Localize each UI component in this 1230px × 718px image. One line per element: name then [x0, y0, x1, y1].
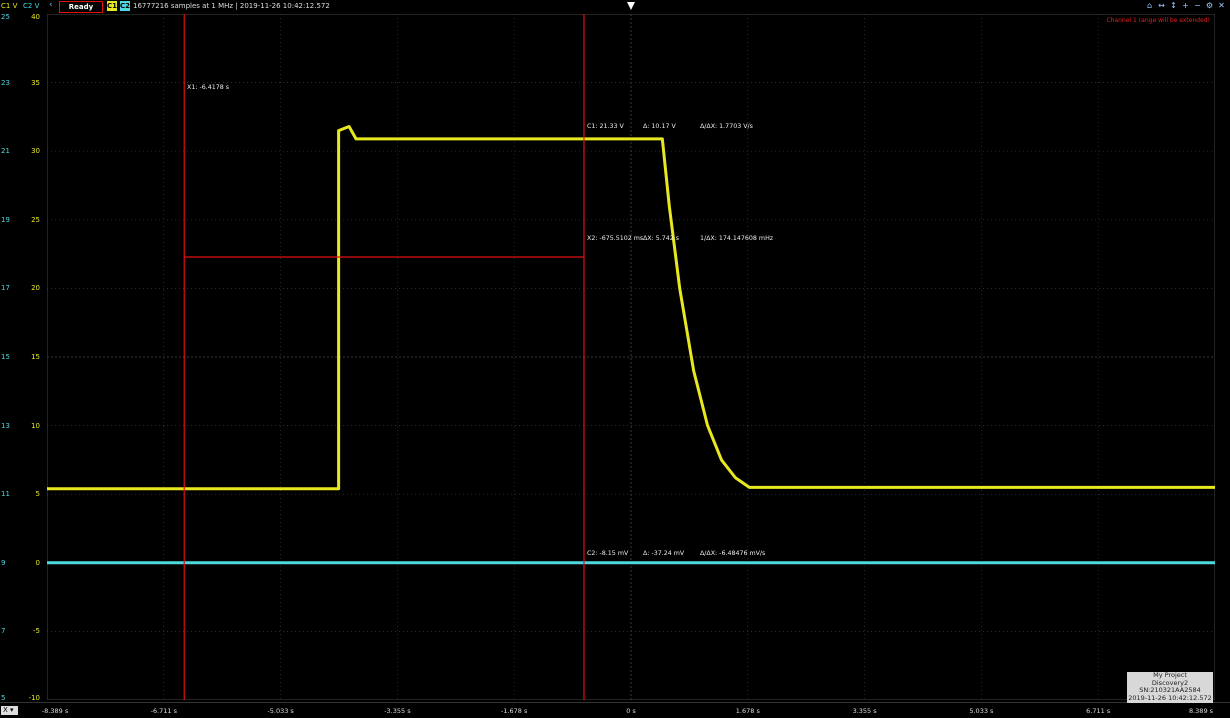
c2-scale-tick: 21 [1, 147, 10, 156]
c2-scale-tick: 7 [1, 627, 6, 636]
zoom-in-icon[interactable]: + [1181, 1, 1190, 10]
c1-channel-button[interactable]: C1 [107, 1, 117, 11]
c2-scale-tick: 23 [1, 78, 10, 87]
x-axis-tick-label: -6.711 s [150, 707, 177, 715]
x-axis-tick-label: -5.033 s [267, 707, 294, 715]
c1-cursor-delta: Δ: 10.17 V [643, 123, 676, 130]
c1-scale-tick: -5 [33, 627, 40, 636]
c2-scale-header: C2 V [23, 2, 40, 10]
c1-scale-tick: 35 [31, 78, 40, 87]
waveform-canvas[interactable] [47, 14, 1215, 700]
capture-timestamp: 2019-11-26 10:42:12.572 [1128, 694, 1212, 703]
x-axis-tick-label: 5.033 s [969, 707, 994, 715]
c1-scale-tick: 25 [31, 215, 40, 224]
device-info-box: My Project Discovery2 SN:210321AA2584 20… [1127, 671, 1213, 703]
c2-scale-tick: 9 [1, 558, 6, 567]
c2-scale-tick: 11 [1, 490, 10, 499]
x-axis-tick-label: 6.711 s [1086, 707, 1111, 715]
c1-scale-tick: 40 [31, 13, 40, 21]
x-axis-tick-label: -1.678 s [500, 707, 528, 715]
trigger-position-marker[interactable] [627, 2, 635, 10]
x-axis-tick-label: 0 s [626, 707, 636, 715]
x-axis-tick-label: 1.678 s [735, 707, 760, 715]
x-axis-tick-label: -8.389 s [41, 707, 69, 715]
c2-scale-tick: 5 [1, 694, 6, 702]
c2-channel-button[interactable]: C2 [120, 1, 130, 11]
c1-cursor-rate: Δ/ΔX: 1.7703 V/s [700, 123, 753, 130]
c1-scale-tick: -10 [28, 694, 40, 702]
close-icon[interactable]: ✕ [1217, 1, 1226, 10]
view-toolbar: ⌂ ↔ ↕ + − ⚙ ✕ [1145, 1, 1226, 12]
c1-cursor-value: C1: 21.33 V [587, 123, 624, 130]
c1-scale-tick: 20 [31, 284, 40, 293]
x-axis-tick-label: 8.389 s [1188, 707, 1214, 715]
c2-cursor-rate: Δ/ΔX: -6.48476 mV/s [700, 550, 766, 557]
status-badge[interactable]: Ready [59, 1, 103, 13]
c2-cursor-delta: Δ: -37.24 mV [643, 550, 685, 557]
x-axis: X ▾ -8.389 s -6.711 s -5.033 s -3.355 s -1.6… [0, 702, 1230, 718]
c1-scale-tick: 30 [31, 147, 40, 156]
zoom-y-icon[interactable]: ↕ [1169, 1, 1178, 10]
acquisition-info: 16777216 samples at 1 MHz | 2019-11-26 1… [133, 2, 330, 10]
c2-scale-tick: 13 [1, 421, 10, 430]
chevron-left-icon[interactable]: ‹ [49, 0, 53, 10]
top-bar: C1 V C2 V ‹ Ready C1 C2 16777216 samples… [0, 0, 1230, 13]
c1-scale-header: C1 V [1, 2, 18, 10]
c1-scale-tick: 15 [31, 353, 40, 361]
x-axis-menu-button[interactable]: X ▾ [1, 706, 18, 715]
x1-cursor-label: X1: -6.4178 s [187, 84, 230, 91]
dx-label: ΔX: 5.742 s [643, 235, 680, 242]
x-axis-tick-label: -3.355 s [384, 707, 411, 715]
zoom-fit-icon[interactable]: ⌂ [1145, 1, 1154, 10]
zoom-x-icon[interactable]: ↔ [1157, 1, 1166, 10]
scope-plot-area[interactable] [47, 14, 1215, 700]
c1-scale-tick: 5 [35, 490, 40, 499]
x-axis-menu-label: X [3, 706, 8, 714]
c2-scale-tick: 25 [1, 13, 10, 21]
c1-scale-tick: 10 [31, 421, 40, 430]
c2-scale-tick: 17 [1, 284, 10, 293]
inv-dx-label: 1/ΔX: 174.147608 mHz [700, 235, 774, 242]
c1-scale-tick: 0 [35, 558, 40, 567]
c2-scale-tick: 19 [1, 215, 10, 224]
zoom-out-icon[interactable]: − [1193, 1, 1202, 10]
c2-scale-tick: 15 [1, 353, 10, 361]
c2-cursor-value: C2: -8.15 mV [587, 550, 629, 557]
x-axis-tick-label: 3.355 s [852, 707, 877, 715]
x2-cursor-label: X2: -675.5102 ms [587, 235, 644, 242]
settings-icon[interactable]: ⚙ [1205, 1, 1214, 10]
